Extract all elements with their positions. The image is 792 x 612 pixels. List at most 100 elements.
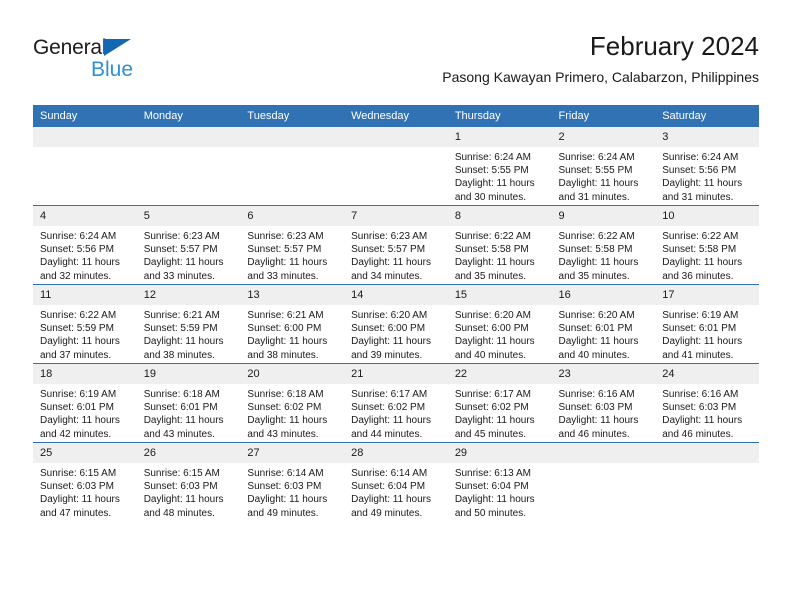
day-details (552, 463, 656, 467)
sunset-text: Sunset: 5:56 PM (40, 244, 114, 256)
daylight-text-line1: Daylight: 11 hours (40, 494, 120, 506)
daylight-text-line2: and 36 minutes. (662, 270, 734, 282)
calendar-day-cell[interactable]: 20 Sunrise: 6:18 AM Sunset: 6:02 PM Dayligh… (240, 363, 345, 443)
daylight-text-line1: Daylight: 11 hours (662, 336, 743, 348)
day-number: 21 (344, 364, 448, 384)
sunrise-text: Sunrise: 6:23 AM (351, 231, 428, 242)
calendar-day-cell[interactable]: 29 Sunrise: 6:13 AM Sunset: 6:04 PM Dayligh… (447, 442, 552, 521)
calendar-day-cell[interactable]: 6 Sunrise: 6:23 AM Sunset: 5:57 PM Daylight… (240, 205, 345, 285)
sunset-text: Sunset: 5:56 PM (662, 165, 737, 177)
calendar-day-cell[interactable]: 24 Sunrise: 6:16 AM Sunset: 6:03 PM Dayligh… (655, 363, 759, 443)
day-number: 9 (551, 206, 656, 226)
sunset-text: Sunset: 6:01 PM (40, 402, 114, 414)
calendar-day-cell[interactable]: 28 Sunrise: 6:14 AM Sunset: 6:04 PM Dayligh… (344, 442, 448, 521)
day-number: 6 (240, 206, 345, 226)
calendar-day-cell[interactable]: 1 Sunrise: 6:24 AM Sunset: 5:55 PM Daylight… (447, 127, 552, 206)
calendar-day-cell[interactable]: 26 Sunrise: 6:15 AM Sunset: 6:03 PM Dayligh… (136, 442, 241, 521)
calendar-cell-empty (344, 127, 448, 206)
calendar-day-cell[interactable]: 12 Sunrise: 6:21 AM Sunset: 5:59 PM Dayligh… (136, 284, 241, 364)
sunrise-text: Sunrise: 6:23 AM (143, 231, 220, 242)
day-number: 22 (447, 364, 552, 384)
brand-name-general: General (33, 36, 107, 59)
sunrise-text: Sunrise: 6:14 AM (351, 468, 428, 479)
day-number: 10 (655, 206, 759, 226)
day-details: Sunrise: 6:22 AM Sunset: 5:58 PM Daylight:… (552, 226, 656, 283)
calendar-day-cell[interactable]: 18 Sunrise: 6:19 AM Sunset: 6:01 PM Dayligh… (33, 363, 137, 443)
calendar-day-cell[interactable]: 11 Sunrise: 6:22 AM Sunset: 5:59 PM Dayligh… (33, 284, 137, 364)
day-number: 17 (655, 285, 759, 305)
sunrise-text: Sunrise: 6:15 AM (40, 468, 117, 479)
day-details: Sunrise: 6:19 AM Sunset: 6:01 PM Daylight:… (655, 305, 759, 362)
day-details (240, 147, 344, 151)
day-details: Sunrise: 6:24 AM Sunset: 5:55 PM Daylight:… (448, 147, 552, 204)
calendar-day-cell[interactable]: 17 Sunrise: 6:19 AM Sunset: 6:01 PM Dayligh… (655, 284, 759, 364)
sunrise-text: Sunrise: 6:24 AM (40, 231, 117, 242)
sunrise-text: Sunrise: 6:16 AM (662, 389, 739, 400)
day-details (655, 463, 759, 467)
day-details: Sunrise: 6:18 AM Sunset: 6:02 PM Daylight:… (240, 384, 344, 441)
calendar-day-cell[interactable]: 7 Sunrise: 6:23 AM Sunset: 5:57 PM Daylight… (344, 205, 448, 285)
calendar-day-cell[interactable]: 25 Sunrise: 6:15 AM Sunset: 6:03 PM Dayligh… (33, 442, 137, 521)
sunset-text: Sunset: 5:57 PM (143, 244, 218, 256)
daylight-text-line1: Daylight: 11 hours (558, 178, 639, 190)
calendar-day-cell[interactable]: 27 Sunrise: 6:14 AM Sunset: 6:03 PM Dayligh… (240, 442, 345, 521)
daylight-text-line1: Daylight: 11 hours (351, 494, 431, 506)
day-details: Sunrise: 6:24 AM Sunset: 5:56 PM Daylight:… (655, 147, 759, 204)
day-number: 28 (344, 443, 448, 463)
sunset-text: Sunset: 6:01 PM (143, 402, 218, 414)
daylight-text-line2: and 34 minutes. (351, 270, 423, 282)
calendar-day-cell[interactable]: 4 Sunrise: 6:24 AM Sunset: 5:56 PM Daylight… (33, 205, 137, 285)
calendar-day-cell[interactable]: 9 Sunrise: 6:22 AM Sunset: 5:58 PM Daylight… (551, 205, 656, 285)
daylight-text-line1: Daylight: 11 hours (454, 494, 535, 506)
page-subtitle: Pasong Kawayan Primero, Calabarzon, Phil… (442, 69, 759, 85)
day-number: 14 (344, 285, 448, 305)
calendar-day-cell[interactable]: 8 Sunrise: 6:22 AM Sunset: 5:58 PM Daylight… (447, 205, 552, 285)
calendar-day-cell[interactable]: 10 Sunrise: 6:22 AM Sunset: 5:58 PM Dayligh… (655, 205, 759, 285)
day-details (137, 147, 241, 151)
calendar-week-row: 4 Sunrise: 6:24 AM Sunset: 5:56 PM Daylight… (33, 205, 759, 285)
calendar-day-cell[interactable]: 16 Sunrise: 6:20 AM Sunset: 6:01 PM Dayligh… (551, 284, 656, 364)
sunrise-text: Sunrise: 6:17 AM (454, 389, 531, 400)
day-number: 16 (551, 285, 656, 305)
day-number: 20 (240, 364, 345, 384)
daylight-text-line1: Daylight: 11 hours (662, 257, 743, 269)
daylight-text-line1: Daylight: 11 hours (454, 336, 535, 348)
daylight-text-line1: Daylight: 11 hours (40, 336, 120, 348)
calendar-day-cell[interactable]: 23 Sunrise: 6:16 AM Sunset: 6:03 PM Dayligh… (551, 363, 656, 443)
daylight-text-line2: and 41 minutes. (662, 349, 734, 361)
sunrise-text: Sunrise: 6:18 AM (143, 389, 220, 400)
day-number (551, 443, 656, 463)
calendar-day-cell[interactable]: 21 Sunrise: 6:17 AM Sunset: 6:02 PM Dayligh… (344, 363, 448, 443)
day-number: 12 (136, 285, 241, 305)
daylight-text-line1: Daylight: 11 hours (454, 178, 535, 190)
title-block: February 2024 Pasong Kawayan Primero, Ca… (442, 30, 759, 88)
sunset-text: Sunset: 6:04 PM (351, 481, 426, 493)
calendar-day-cell[interactable]: 5 Sunrise: 6:23 AM Sunset: 5:57 PM Daylight… (136, 205, 241, 285)
day-number: 25 (33, 443, 137, 463)
calendar-day-cell[interactable]: 19 Sunrise: 6:18 AM Sunset: 6:01 PM Dayligh… (136, 363, 241, 443)
calendar-day-cell[interactable]: 2 Sunrise: 6:24 AM Sunset: 5:55 PM Daylight… (551, 127, 656, 206)
daylight-text-line1: Daylight: 11 hours (247, 494, 328, 506)
day-number: 3 (655, 127, 759, 147)
day-number: 18 (33, 364, 137, 384)
sunset-text: Sunset: 6:02 PM (351, 402, 426, 414)
calendar-day-cell[interactable]: 22 Sunrise: 6:17 AM Sunset: 6:02 PM Dayligh… (447, 363, 552, 443)
daylight-text-line2: and 48 minutes. (143, 507, 215, 519)
calendar-day-cell[interactable]: 13 Sunrise: 6:21 AM Sunset: 6:00 PM Dayligh… (240, 284, 345, 364)
sunrise-text: Sunrise: 6:20 AM (558, 310, 635, 321)
daylight-text-line2: and 45 minutes. (454, 428, 526, 440)
daylight-text-line2: and 35 minutes. (454, 270, 526, 282)
sunset-text: Sunset: 6:03 PM (247, 481, 322, 493)
calendar-day-cell[interactable]: 15 Sunrise: 6:20 AM Sunset: 6:00 PM Dayligh… (447, 284, 552, 364)
sunset-text: Sunset: 6:04 PM (454, 481, 529, 493)
calendar-day-cell[interactable]: 3 Sunrise: 6:24 AM Sunset: 5:56 PM Daylight… (655, 127, 759, 206)
calendar-day-cell[interactable]: 14 Sunrise: 6:20 AM Sunset: 6:00 PM Dayligh… (344, 284, 448, 364)
sunrise-text: Sunrise: 6:22 AM (662, 231, 739, 242)
sunset-text: Sunset: 5:59 PM (143, 323, 218, 335)
brand-logo[interactable]: General Blue (33, 36, 233, 88)
daylight-text-line1: Daylight: 11 hours (247, 336, 328, 348)
sunset-text: Sunset: 6:03 PM (558, 402, 633, 414)
day-details: Sunrise: 6:14 AM Sunset: 6:03 PM Daylight:… (240, 463, 344, 520)
day-details: Sunrise: 6:23 AM Sunset: 5:57 PM Daylight:… (240, 226, 344, 283)
day-number: 27 (240, 443, 345, 463)
